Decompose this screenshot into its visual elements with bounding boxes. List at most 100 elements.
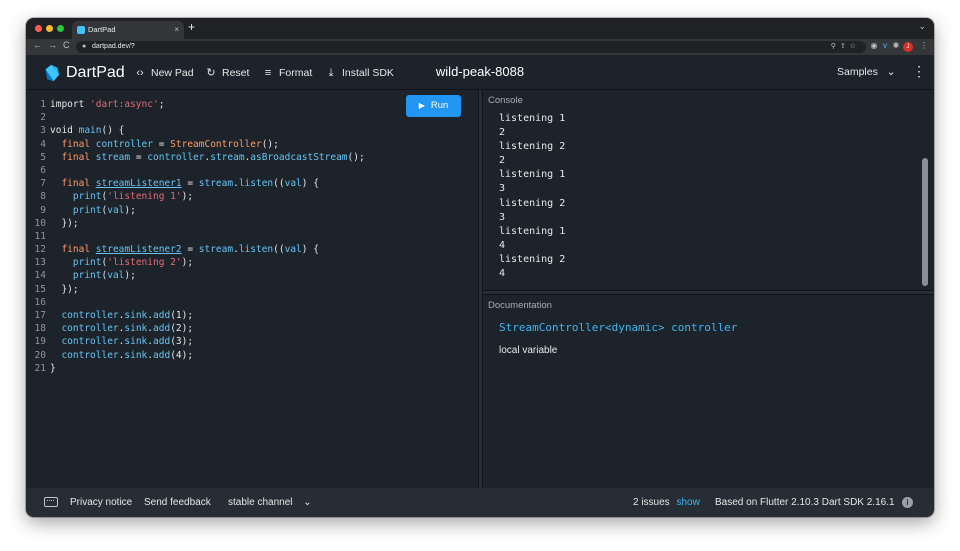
code-lines[interactable]: 1 import 'dart:async'; 2 3 void main() { 4…: [26, 98, 365, 375]
documentation-label: Documentation: [488, 300, 552, 311]
code-line: 8 print('listening 1');: [26, 190, 365, 203]
console-line: 3: [499, 183, 506, 195]
format-label: Format: [279, 67, 313, 79]
console-line: 4: [499, 268, 506, 280]
console-line: listening 1: [499, 169, 566, 181]
line-number: 21: [34, 362, 46, 374]
line-number: 1: [40, 99, 46, 110]
console-line: 2: [499, 155, 506, 167]
back-button[interactable]: ←: [33, 40, 42, 50]
reload-button[interactable]: C: [63, 40, 70, 50]
line-number: 14: [34, 270, 46, 282]
maximize-window-button[interactable]: [57, 25, 64, 32]
tab-strip: DartPad × + ⌄: [26, 18, 934, 39]
show-issues-link[interactable]: show: [676, 497, 699, 508]
console-line: listening 2: [499, 197, 566, 209]
new-tab-button[interactable]: +: [188, 20, 195, 34]
code-line: 10 });: [26, 217, 365, 230]
code-line: 14 print(val);: [26, 269, 365, 282]
vue-devtools-icon[interactable]: v: [880, 41, 890, 51]
run-button[interactable]: ▶ Run: [406, 95, 461, 117]
console-scrollbar[interactable]: [922, 158, 928, 286]
console-line: listening 1: [499, 113, 566, 124]
keyboard-icon[interactable]: [44, 497, 58, 507]
address-bar[interactable]: ● dartpad.dev/? ⚲⇪☆: [76, 41, 866, 53]
line-number: 17: [34, 310, 46, 321]
code-editor[interactable]: 1 import 'dart:async'; 2 3 void main() { 4…: [26, 90, 478, 488]
console-line: listening 2: [499, 253, 566, 265]
code-line: 18 controller.sink.add(2);: [26, 322, 365, 335]
install-sdk-label: Install SDK: [342, 67, 394, 79]
code-line: 1 import 'dart:async';: [26, 98, 365, 111]
console-line: listening 1: [499, 225, 566, 237]
samples-dropdown[interactable]: Samples ⌄: [837, 66, 896, 78]
documentation-panel: Documentation StreamController<dynamic> …: [483, 295, 934, 488]
code-line: 19 controller.sink.add(3);: [26, 335, 365, 348]
console-label: Console: [488, 95, 523, 106]
tab-close-icon[interactable]: ×: [174, 21, 179, 39]
minimize-window-button[interactable]: [46, 25, 53, 32]
line-number: 13: [34, 257, 46, 269]
reset-button[interactable]: ↻ Reset: [204, 66, 249, 80]
tab-search-icon[interactable]: ⌄: [918, 21, 926, 32]
doc-signature: StreamController<dynamic> controller: [499, 321, 738, 334]
code-line: 21}: [26, 362, 365, 375]
issues-status: 2 issues show: [633, 496, 700, 509]
line-number: 18: [34, 323, 46, 335]
browser-menu-icon[interactable]: ⋮: [919, 41, 929, 51]
console-line: 4: [499, 239, 506, 251]
info-icon[interactable]: i: [902, 497, 913, 508]
privacy-notice-link[interactable]: Privacy notice: [70, 496, 132, 509]
line-number: 4: [40, 138, 46, 150]
url-text: dartpad.dev/?: [92, 43, 135, 50]
extension-icon[interactable]: ◉: [869, 41, 879, 51]
console-line: 2: [499, 127, 506, 139]
app-header: DartPad ‹› New Pad ↻ Reset ≡ Format ⤓ Instal…: [26, 55, 934, 90]
issues-count: 2 issues: [633, 497, 670, 508]
line-number: 12: [34, 244, 46, 256]
puzzle-icon[interactable]: ✱: [891, 41, 901, 51]
run-label: Run: [430, 100, 449, 111]
line-number: 7: [40, 178, 46, 190]
console-output: listening 1 2 listening 2 2 listening 1 …: [499, 112, 565, 281]
lock-icon: ●: [82, 43, 87, 50]
line-number: 10: [34, 217, 46, 229]
line-number: 2: [40, 112, 46, 124]
profile-avatar[interactable]: J: [903, 42, 913, 52]
code-line: 3 void main() {: [26, 124, 365, 137]
line-number: 20: [34, 349, 46, 361]
new-pad-button[interactable]: ‹› New Pad: [133, 66, 193, 80]
code-line: 2: [26, 111, 365, 124]
chevron-down-icon: ⌄: [303, 497, 312, 508]
browser-toolbar: ← → C ● dartpad.dev/? ⚲⇪☆ ◉ v ✱ J ⋮: [26, 39, 934, 55]
close-window-button[interactable]: [35, 25, 42, 32]
format-button[interactable]: ≡ Format: [261, 66, 312, 80]
line-number: 9: [40, 204, 46, 216]
line-number: 11: [34, 230, 46, 242]
line-number: 8: [40, 191, 46, 203]
refresh-icon: ↻: [206, 67, 216, 79]
download-icon: ⤓: [328, 67, 334, 79]
pad-name[interactable]: wild-peak-8088: [436, 64, 524, 79]
tab-title: DartPad: [88, 25, 116, 34]
more-options-icon[interactable]: ⋮: [912, 64, 926, 78]
browser-tab[interactable]: DartPad ×: [72, 21, 184, 39]
code-line: 12 final streamListener2 = stream.listen…: [26, 243, 365, 256]
line-number: 19: [34, 336, 46, 348]
channel-dropdown[interactable]: stable channel ⌄: [228, 496, 312, 509]
omnibox-actions[interactable]: ⚲⇪☆: [831, 41, 860, 53]
code-line: 17 controller.sink.add(1);: [26, 309, 365, 322]
code-line: 6: [26, 164, 365, 177]
status-footer: Privacy notice Send feedback stable chan…: [26, 488, 934, 517]
code-line: 5 final stream = controller.stream.asBro…: [26, 151, 364, 164]
line-number: 15: [34, 283, 46, 295]
line-number: 6: [40, 164, 46, 176]
line-number: 3: [40, 125, 46, 137]
code-line: 20 controller.sink.add(4);: [26, 349, 365, 362]
forward-button[interactable]: →: [48, 40, 57, 50]
code-line: 11: [26, 230, 365, 243]
console-panel: Console listening 1 2 listening 2 2 list…: [483, 90, 934, 290]
code-line: 16: [26, 296, 365, 309]
send-feedback-link[interactable]: Send feedback: [144, 496, 211, 509]
install-sdk-button[interactable]: ⤓ Install SDK: [324, 66, 394, 80]
